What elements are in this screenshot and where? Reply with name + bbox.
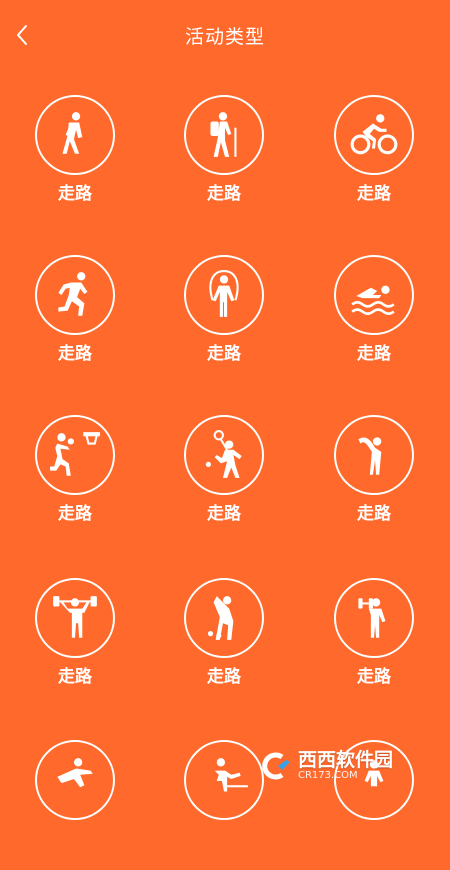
- table-tennis-icon: [184, 740, 264, 820]
- weightlifting-icon: [35, 578, 115, 658]
- running-icon: [35, 255, 115, 335]
- activity-item[interactable]: 走路: [315, 255, 435, 385]
- activity-label: 走路: [207, 504, 241, 524]
- hiking-icon: [184, 95, 264, 175]
- activity-item[interactable]: 走路: [16, 415, 136, 545]
- activity-item[interactable]: 走路: [165, 415, 285, 545]
- watermark: 西西软件园 CR173.COM: [258, 746, 438, 786]
- activity-item[interactable]: 走路: [315, 415, 435, 545]
- activity-item[interactable]: 走路: [315, 578, 435, 708]
- activity-label: 走路: [357, 184, 391, 204]
- walking-icon: [35, 95, 115, 175]
- activity-item[interactable]: 走路: [165, 95, 285, 225]
- swimming-icon: [334, 255, 414, 335]
- activity-label: 走路: [207, 344, 241, 364]
- activity-item[interactable]: 走路: [315, 95, 435, 225]
- badminton-icon: [184, 415, 264, 495]
- basketball-icon: [35, 415, 115, 495]
- activity-label: 走路: [207, 184, 241, 204]
- watermark-brand: 西西软件园: [298, 748, 394, 771]
- activity-label: 走路: [357, 344, 391, 364]
- golf-icon: [184, 578, 264, 658]
- jump-rope-icon: [184, 255, 264, 335]
- activity-label: 走路: [58, 184, 92, 204]
- activity-label: 走路: [207, 667, 241, 687]
- stretching-icon: [334, 415, 414, 495]
- activity-label: 走路: [58, 344, 92, 364]
- activity-item[interactable]: 走路: [16, 95, 136, 225]
- watermark-site: CR173.COM: [298, 769, 358, 781]
- dumbbell-icon: [334, 578, 414, 658]
- activity-item[interactable]: [16, 740, 136, 870]
- activity-item[interactable]: 走路: [165, 255, 285, 385]
- dance-icon: [35, 740, 115, 820]
- activity-label: 走路: [58, 667, 92, 687]
- activity-grid: 走路 走路 走路 走路 走路 走路 走路 走路 走路 走路 走路 走路: [0, 0, 450, 820]
- activity-label: 走路: [357, 667, 391, 687]
- activity-item[interactable]: 走路: [16, 255, 136, 385]
- cycling-icon: [334, 95, 414, 175]
- activity-label: 走路: [357, 504, 391, 524]
- activity-item[interactable]: 走路: [16, 578, 136, 708]
- activity-item[interactable]: 走路: [165, 578, 285, 708]
- cr-logo-icon: [262, 752, 290, 780]
- activity-label: 走路: [58, 504, 92, 524]
